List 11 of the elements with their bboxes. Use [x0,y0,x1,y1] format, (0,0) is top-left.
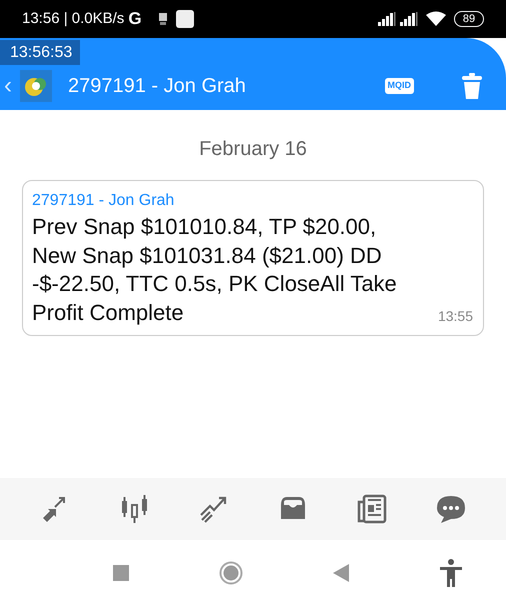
message-time: 13:55 [438,307,473,326]
mqid-badge[interactable]: MQID [384,78,414,94]
back-button[interactable]: ‹ [4,68,12,104]
chat-title: 2797191 - Jon Grah [68,74,247,99]
battery-indicator: 89 [454,11,484,27]
timestamp-overlay: 13:56:53 [0,40,80,65]
status-time: 13:56 | 0.0KB/s [22,8,124,29]
message-sender: 2797191 - Jon Grah [32,191,176,211]
g-status-icon: G [128,6,142,32]
date-separator: February 16 [198,137,308,162]
message-text: Prev Snap $101010.84, TP $20.00, New Snap $101031.84 ($21.00) DD -$-22.50, TTC 0.5s, PK CloseAll Take Profit Complete [32,213,398,327]
